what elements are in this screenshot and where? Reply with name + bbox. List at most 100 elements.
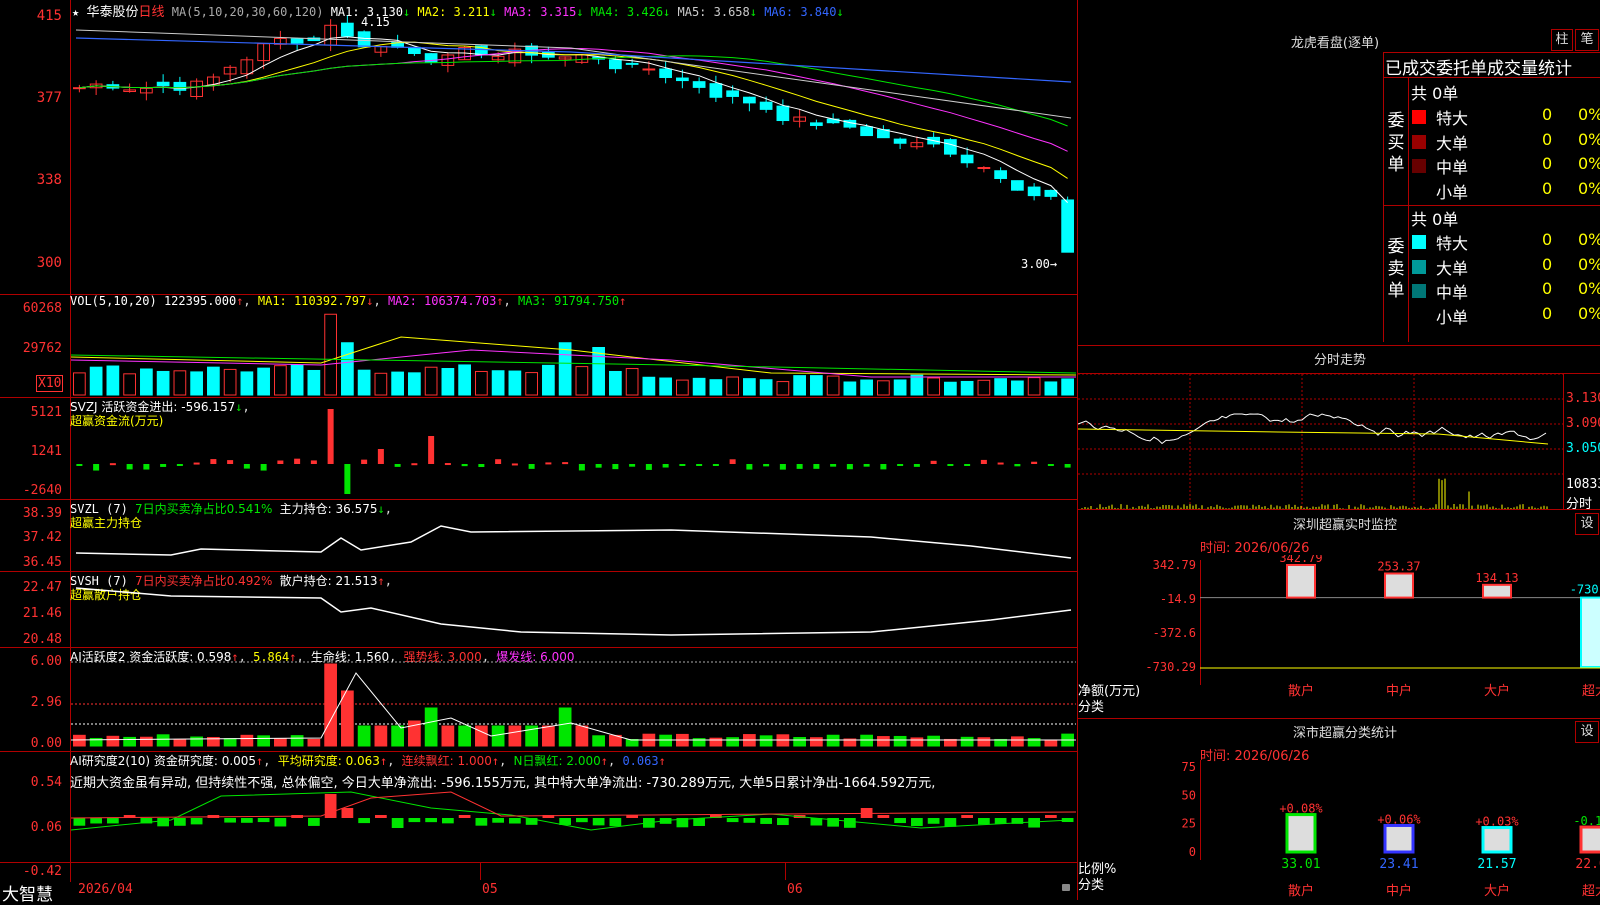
svzj-bar [796, 464, 803, 469]
ai2-bar [358, 818, 370, 824]
ai2-chart[interactable] [71, 790, 1076, 862]
vol-tick-1: 29762 [22, 341, 62, 356]
candle-body [357, 31, 371, 48]
svzj-bar [411, 463, 418, 466]
volume-bar [357, 369, 371, 396]
svzj-bar [863, 464, 870, 467]
svzj-bar [109, 463, 116, 466]
svzj-bar [210, 459, 217, 464]
svzj-bar [545, 462, 552, 465]
monitor-settings-button[interactable]: 设 [1575, 513, 1599, 535]
svzj-bar [361, 459, 368, 464]
candle-body [173, 81, 187, 91]
svzj-bar [846, 464, 853, 470]
intraday-price-line [1078, 413, 1547, 445]
candle-body [692, 81, 706, 88]
monitor-cat-0: 散户 [1288, 683, 1314, 699]
bar-mode-button[interactable]: 柱 [1551, 29, 1573, 51]
svzl-chart[interactable] [71, 500, 1076, 570]
svzj-bar [578, 464, 585, 471]
volume-bar [1027, 377, 1041, 396]
monitor-bar-label-2: 134.13 [1475, 571, 1518, 585]
vol-unit-badge: X10 [36, 375, 64, 392]
divider-bottom [0, 862, 1077, 863]
volume-bar [609, 370, 622, 396]
monitor-tick: 342.79 [1153, 558, 1196, 572]
ai1-chart[interactable] [71, 648, 1076, 750]
ai2-bar [961, 815, 973, 818]
volume-bar [558, 342, 572, 396]
svzj-bar [1014, 464, 1021, 467]
ai1-bar [726, 737, 739, 747]
ai2-bar [73, 818, 86, 826]
classify-settings-button[interactable]: 设 [1575, 721, 1599, 743]
ai2-bar [475, 818, 488, 826]
svzj-bar [913, 464, 920, 467]
sell-row-count-1: 0 [1542, 254, 1553, 274]
monitor-time: 时间: 2026/06/26 [1200, 541, 1310, 556]
volume-bar [709, 379, 723, 396]
volume-bar [542, 364, 555, 396]
monitor-bar-chart[interactable]: 342.79 -14.9 -372.6 -730.29 342.79 散户 253.37 中户… [1078, 555, 1600, 720]
volume-bar [173, 370, 187, 396]
volume-chart[interactable] [71, 295, 1076, 396]
ai1-bar [341, 690, 354, 747]
candlestick-chart[interactable]: 4.15 3.00→ [71, 0, 1076, 294]
candle-body [893, 138, 907, 144]
candle-body [1011, 180, 1024, 191]
sell-row-pct-1: 0% [1578, 254, 1600, 274]
buy-row-pct-2: 0% [1578, 154, 1600, 173]
classify-cat-3: 超大 [1582, 884, 1600, 899]
ai2-avg: 平均研究度: 0.063 [277, 754, 380, 768]
buy-total: 共 0单 [1411, 84, 1459, 103]
volume-bar [877, 380, 890, 396]
buy-row-name-1: 大单 [1436, 133, 1469, 153]
ai2-bar [760, 818, 772, 824]
buy-row-count-2: 0 [1542, 154, 1553, 173]
buy-row-name-3: 小单 [1436, 182, 1469, 202]
volume-bar [575, 366, 589, 396]
tick-mode-button[interactable]: 笔 [1575, 29, 1599, 51]
sell-row-name-2: 中单 [1436, 283, 1469, 302]
intraday-avg-line [1078, 428, 1549, 445]
candle-body [625, 62, 639, 65]
svzj-bar [444, 463, 451, 466]
candle-body [1061, 199, 1074, 253]
svzj-bar [294, 458, 301, 464]
sell-row-swatch-1 [1412, 259, 1426, 274]
fenshi-axis-border [1563, 374, 1564, 509]
low-marker: 3.00→ [1021, 257, 1057, 271]
ma4-line [79, 55, 1068, 127]
svzj-bar [980, 459, 987, 464]
lock-icon[interactable] [1062, 884, 1070, 891]
ai1-bar [424, 707, 438, 747]
volume-bar [207, 366, 220, 396]
svzj-bar [930, 460, 937, 464]
volume-bar [190, 371, 203, 396]
volume-bar [307, 369, 321, 396]
ai2-bar [341, 808, 354, 818]
classify-bar-chart[interactable]: 75 50 25 0 +0.08% 33.01 散户 +0.06% 23.41 中户 +0.03% 2… [1078, 755, 1600, 900]
monitor-bar-label-3: -730.29 [1570, 583, 1600, 597]
sell-row-swatch-2 [1412, 284, 1426, 298]
volume-bar [1044, 381, 1058, 396]
volume-bar [843, 381, 857, 396]
svzj-bar [478, 464, 485, 468]
sell-total: 共 0单 [1411, 210, 1459, 229]
volume-bar [441, 368, 455, 396]
sell-row-count-2: 0 [1542, 279, 1553, 298]
price-tick-2: 338 [36, 172, 62, 188]
month-05-tick [480, 862, 481, 880]
svzj-chart[interactable] [71, 398, 1076, 498]
ai2-tick-0: 0.54 [30, 775, 62, 790]
svsh-chart[interactable] [71, 572, 1076, 646]
volume-bar [290, 364, 304, 396]
svzj-bar [897, 464, 904, 466]
candle-body [73, 87, 86, 90]
svzj-bar [763, 464, 770, 467]
volume-bar [324, 313, 337, 396]
candle-body [759, 101, 773, 110]
ai1-bar [223, 738, 237, 747]
intraday-chart[interactable] [1078, 374, 1563, 509]
svzl-line [75, 525, 1072, 559]
